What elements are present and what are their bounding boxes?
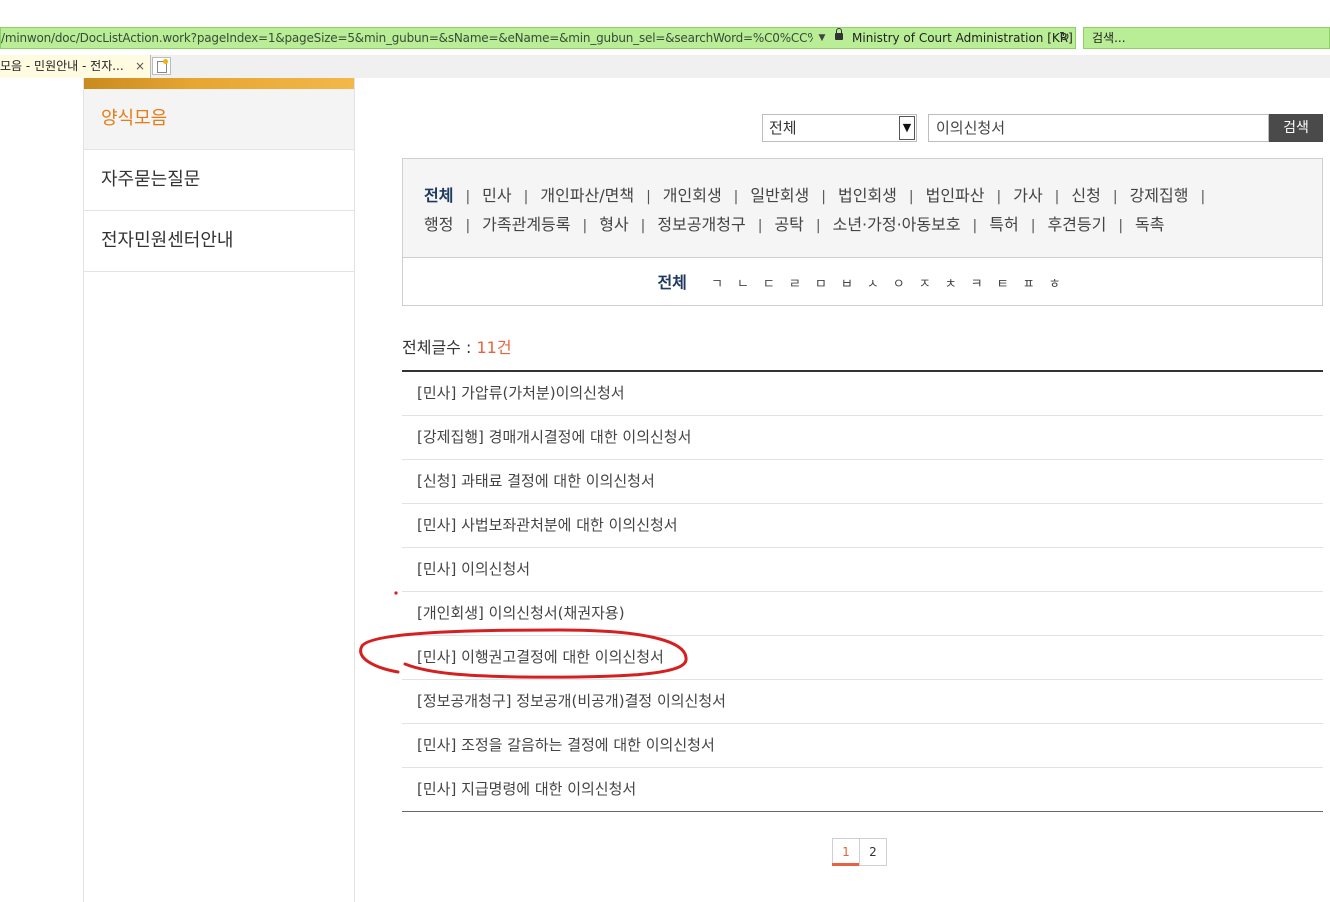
page-button[interactable]: 1 — [832, 838, 860, 866]
category-r1-0[interactable]: 전체 — [424, 181, 453, 210]
category-separator: | — [908, 189, 914, 205]
consonant-item[interactable]: ㄷ — [763, 260, 775, 310]
consonant-item[interactable]: ㅎ — [1049, 260, 1061, 310]
browser-search-input[interactable]: 검색... — [1083, 27, 1330, 49]
consonant-list: ㄱㄴㄷㄹㅁㅂㅅㅇㅈㅊㅋㅌㅍㅎ — [704, 273, 1068, 292]
category-separator: | — [972, 218, 978, 234]
total-count-label: 전체글수 : — [402, 338, 477, 357]
consonant-item[interactable]: ㅊ — [945, 260, 957, 310]
sidebar-accent-bar — [84, 78, 354, 89]
consonant-item[interactable]: ㅅ — [867, 260, 879, 310]
sidebar: 양식모음 자주묻는질문 전자민원센터안내 — [83, 78, 355, 902]
category-r1-5[interactable]: 법인회생 — [838, 181, 897, 210]
consonant-item[interactable]: ㅌ — [997, 260, 1009, 310]
list-item[interactable]: [민사] 이의신청서 — [402, 548, 1323, 592]
category-separator: | — [1112, 189, 1118, 205]
category-r2-3[interactable]: 정보공개청구 — [657, 210, 745, 239]
page-button[interactable]: 2 — [859, 838, 887, 866]
category-r2-6[interactable]: 특허 — [989, 210, 1018, 239]
category-r1-4[interactable]: 일반회생 — [750, 181, 809, 210]
pagination: 12 — [832, 838, 887, 866]
category-r1-7[interactable]: 가사 — [1013, 181, 1042, 210]
browser-tab[interactable]: 모음 - 민원안내 - 전자... × — [0, 55, 151, 78]
address-bar[interactable]: /minwon/doc/DocListAction.work?pageIndex… — [0, 27, 1076, 49]
consonant-filter: 전체 ㄱㄴㄷㄹㅁㅂㅅㅇㅈㅊㅋㅌㅍㅎ — [403, 258, 1322, 306]
sidebar-item-forms[interactable]: 양식모음 — [84, 89, 354, 150]
select-value: 전체 — [769, 119, 797, 137]
category-r2-4[interactable]: 공탁 — [774, 210, 803, 239]
category-r2-5[interactable]: 소년·가정·아동보호 — [833, 210, 961, 239]
address-dropdown-icon[interactable]: ▼ — [816, 28, 828, 48]
category-separator: | — [465, 189, 471, 205]
consonant-item[interactable]: ㄴ — [737, 260, 749, 310]
tab-title: 모음 - 민원안내 - 전자... — [0, 59, 124, 73]
category-r2-8[interactable]: 독촉 — [1135, 210, 1164, 239]
address-url[interactable]: /minwon/doc/DocListAction.work?pageIndex… — [1, 28, 813, 48]
consonant-item[interactable]: ㄱ — [711, 260, 723, 310]
sidebar-item-center-info[interactable]: 전자민원센터안내 — [84, 211, 354, 272]
list-item[interactable]: [민사] 가압류(가처분)이의신청서 — [402, 372, 1323, 416]
category-separator: | — [1118, 218, 1124, 234]
category-r2-2[interactable]: 형사 — [599, 210, 628, 239]
list-item[interactable]: [정보공개청구] 정보공개(비공개)결정 이의신청서 — [402, 680, 1323, 724]
category-filter: 전체 | 민사 | 개인파산/면책 | 개인회생 | 일반회생 | 법인회생 | 법인파산 | 가사 | 신청 |… — [402, 158, 1323, 306]
category-row-1: 전체 | 민사 | 개인파산/면책 | 개인회생 | 일반회생 | 법인회생 | 법인파산 | 가사 | 신청 |… — [424, 181, 1322, 210]
category-separator: | — [821, 189, 826, 205]
refresh-icon[interactable]: ↻ — [1059, 28, 1070, 48]
category-separator: | — [815, 218, 821, 234]
main-content: 전체 ▼ 이의신청서 검색 전체 | 민사 | 개인파산/면책 | 개인회생 | 일반회생 | 법인… — [354, 78, 1330, 902]
total-count: 전체글수 : 11건 — [402, 334, 512, 358]
list-item[interactable]: [민사] 사법보좌관처분에 대한 이의신청서 — [402, 504, 1323, 548]
category-separator: | — [1054, 189, 1060, 205]
lock-icon — [835, 28, 843, 40]
category-r2-1[interactable]: 가족관계등록 — [482, 210, 570, 239]
category-r2-7[interactable]: 후견등기 — [1047, 210, 1106, 239]
consonant-item[interactable]: ㅋ — [971, 260, 983, 310]
total-count-value: 11건 — [476, 338, 512, 357]
list-item[interactable]: [신청] 과태료 결정에 대한 이의신청서 — [402, 460, 1323, 504]
category-separator: | — [1200, 189, 1206, 205]
search-category-select[interactable]: 전체 ▼ — [762, 114, 917, 142]
chevron-down-icon[interactable]: ▼ — [899, 116, 915, 140]
category-r2-0[interactable]: 행정 — [424, 210, 453, 239]
search-button[interactable]: 검색 — [1269, 114, 1323, 142]
search-input[interactable]: 이의신청서 — [928, 114, 1269, 142]
consonant-item[interactable]: ㅁ — [815, 260, 827, 310]
list-item[interactable]: [민사] 이행권고결정에 대한 이의신청서 — [402, 636, 1323, 680]
document-list: [민사] 가압류(가처분)이의신청서 [강제집행] 경매개시결정에 대한 이의신청… — [402, 370, 1323, 812]
category-separator: | — [733, 189, 739, 205]
consonant-item[interactable]: ㅂ — [841, 260, 853, 310]
category-separator: | — [996, 189, 1002, 205]
consonant-item[interactable]: ㄹ — [789, 260, 801, 310]
category-r1-6[interactable]: 법인파산 — [926, 181, 985, 210]
category-r1-8[interactable]: 신청 — [1071, 181, 1100, 210]
category-area: 전체 | 민사 | 개인파산/면책 | 개인회생 | 일반회생 | 법인회생 | 법인파산 | 가사 | 신청 |… — [403, 159, 1322, 258]
category-separator: | — [582, 218, 588, 234]
category-r1-1[interactable]: 민사 — [482, 181, 511, 210]
sidebar-item-faq[interactable]: 자주묻는질문 — [84, 150, 354, 211]
category-separator: | — [465, 218, 471, 234]
list-item[interactable]: [개인회생] 이의신청서(채권자용) — [402, 592, 1323, 636]
category-separator: | — [646, 189, 651, 205]
consonant-item[interactable]: ㅈ — [919, 260, 931, 310]
site-identity[interactable]: Ministry of Court Administration [KR] — [852, 28, 1073, 48]
category-r1-2[interactable]: 개인파산/면책 — [540, 181, 634, 210]
category-separator: | — [757, 218, 763, 234]
category-r1-3[interactable]: 개인회생 — [663, 181, 722, 210]
new-tab-icon[interactable] — [152, 57, 171, 75]
category-row-2: 행정 | 가족관계등록 | 형사 | 정보공개청구 | 공탁 | 소년·가정·아동보호 | 특허 | 후견등… — [424, 210, 1322, 239]
list-item[interactable]: [민사] 조정을 갈음하는 결정에 대한 이의신청서 — [402, 724, 1323, 768]
category-separator: | — [523, 189, 529, 205]
list-item[interactable]: [민사] 지급명령에 대한 이의신청서 — [402, 768, 1323, 811]
consonant-item[interactable]: ㅍ — [1023, 260, 1035, 310]
category-separator: | — [1030, 218, 1036, 234]
consonant-item[interactable]: ㅇ — [893, 260, 905, 310]
category-r1-9[interactable]: 강제집행 — [1130, 181, 1189, 210]
list-item[interactable]: [강제집행] 경매개시결정에 대한 이의신청서 — [402, 416, 1323, 460]
close-icon[interactable]: × — [135, 55, 145, 77]
consonant-all[interactable]: 전체 — [657, 273, 686, 292]
category-separator: | — [640, 218, 646, 234]
tab-strip: 모음 - 민원안내 - 전자... × — [0, 55, 1330, 78]
